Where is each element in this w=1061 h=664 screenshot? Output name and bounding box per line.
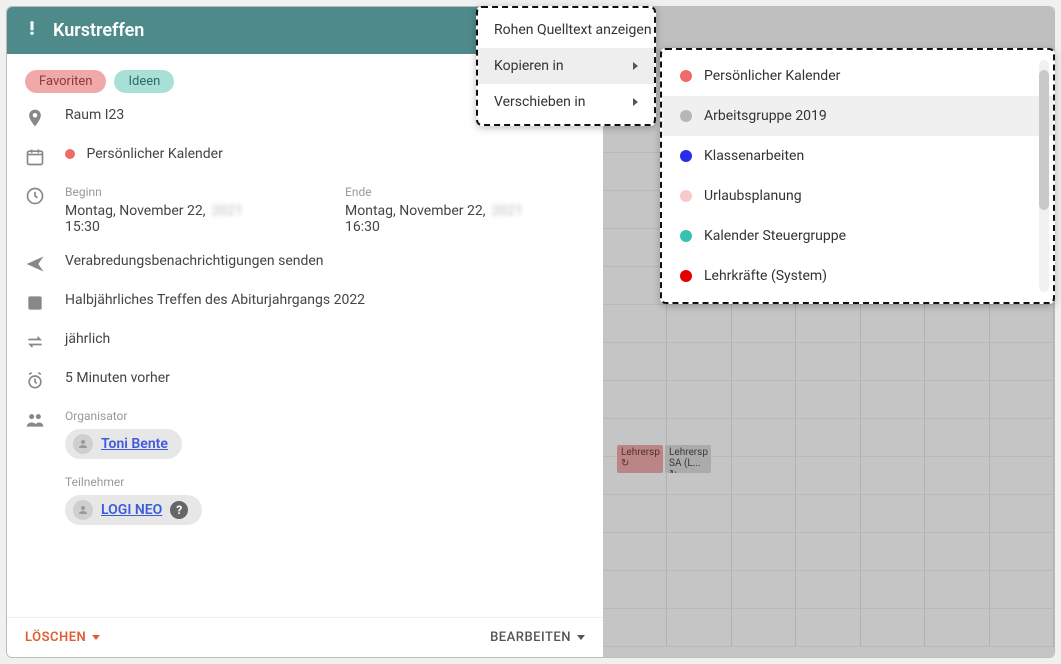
scrollbar-thumb[interactable]: [1039, 70, 1049, 210]
notify-toggle[interactable]: Verabredungsbenachrichtigungen senden: [65, 253, 585, 269]
time-end-label: Ende: [345, 185, 585, 199]
submenu-item[interactable]: Lehrkräfte (System): [662, 256, 1053, 296]
delete-label: LÖSCHEN: [25, 630, 86, 645]
submenu-item[interactable]: Persönlicher Kalender: [662, 56, 1053, 96]
time-begin-year: 2021: [211, 203, 242, 219]
ctx-copy-to[interactable]: Kopieren in: [478, 48, 654, 84]
time-end-date: Montag, November 22,: [345, 203, 485, 219]
submenu-item-label: Lehrkräfte (System): [704, 268, 827, 284]
description-icon: [25, 293, 47, 313]
edit-button[interactable]: BEARBEITEN: [490, 630, 585, 645]
context-menu: Rohen Quelltext anzeigen Kopieren in Ver…: [476, 6, 656, 126]
calendar-color-dot: [680, 150, 692, 162]
submenu-item-label: Urlaubsplanung: [704, 188, 802, 204]
chevron-down-icon: [577, 635, 585, 640]
submenu-item-label: Kalender Steuergruppe: [704, 228, 846, 244]
event-recurrence: jährlich: [65, 331, 585, 347]
clock-icon: [25, 186, 47, 206]
submenu-item-label: Klassenarbeiten: [704, 148, 804, 164]
person-avatar-icon: [73, 434, 93, 454]
event-title: Kurstreffen: [53, 20, 144, 41]
priority-icon: [23, 19, 41, 42]
submenu-item[interactable]: Klassenarbeiten: [662, 136, 1053, 176]
ctx-item-label: Rohen Quelltext anzeigen: [494, 22, 652, 38]
time-begin: Beginn Montag, November 22, 2021 15:30: [65, 185, 305, 235]
calendar-submenu: Persönlicher Kalender Arbeitsgruppe 2019 K…: [660, 48, 1055, 304]
event-description: Halbjährliches Treffen des Abiturjahrgan…: [65, 292, 585, 308]
time-end-year: 2021: [491, 203, 522, 219]
ctx-item-label: Kopieren in: [494, 58, 564, 74]
organizer-link[interactable]: Toni Bente: [101, 436, 168, 452]
chevron-right-icon: [633, 98, 638, 106]
calendar-color-dot: [680, 110, 692, 122]
tag-ideen[interactable]: Ideen: [114, 70, 174, 93]
repeat-icon: [25, 332, 47, 352]
ctx-item-label: Verschieben in: [494, 94, 586, 110]
submenu-item-label: Arbeitsgruppe 2019: [704, 108, 827, 124]
attendees-label: Teilnehmer: [65, 475, 585, 489]
chevron-down-icon: [92, 635, 100, 640]
submenu-item[interactable]: Kalender Steuergruppe: [662, 216, 1053, 256]
ctx-show-source[interactable]: Rohen Quelltext anzeigen: [478, 12, 654, 48]
calendar-name: Persönlicher Kalender: [86, 146, 222, 162]
time-begin-time: 15:30: [65, 219, 305, 235]
calendar-color-dot: [680, 70, 692, 82]
submenu-item[interactable]: Urlaubsplanung: [662, 176, 1053, 216]
time-begin-label: Beginn: [65, 185, 305, 199]
submenu-item-label: Persönlicher Kalender: [704, 68, 840, 84]
calendar-color-dot: [680, 270, 692, 282]
person-avatar-icon: [73, 500, 93, 520]
time-begin-date: Montag, November 22,: [65, 203, 205, 219]
calendar-color-dot: [680, 190, 692, 202]
time-end: Ende Montag, November 22, 2021 16:30: [345, 185, 585, 235]
calendar-icon: [25, 147, 47, 167]
location-icon: [25, 108, 47, 128]
edit-label: BEARBEITEN: [490, 630, 571, 645]
send-icon: [25, 254, 47, 274]
scrollbar[interactable]: [1039, 60, 1049, 292]
event-alarm: 5 Minuten vorher: [65, 370, 585, 386]
tag-favoriten[interactable]: Favoriten: [25, 70, 106, 93]
alarm-icon: [25, 371, 47, 391]
people-icon: [25, 410, 47, 430]
ctx-move-to[interactable]: Verschieben in: [478, 84, 654, 120]
calendar-color-dot: [680, 230, 692, 242]
chevron-right-icon: [633, 62, 638, 70]
organizer-label: Organisator: [65, 409, 585, 423]
help-icon[interactable]: ?: [170, 501, 188, 519]
event-calendar: Persönlicher Kalender: [65, 146, 585, 162]
attendee-link[interactable]: LOGI NEO: [101, 502, 162, 518]
time-end-time: 16:30: [345, 219, 585, 235]
organizer-chip[interactable]: Toni Bente: [65, 429, 182, 459]
delete-button[interactable]: LÖSCHEN: [25, 630, 100, 645]
attendee-chip[interactable]: LOGI NEO ?: [65, 495, 202, 525]
submenu-item[interactable]: Arbeitsgruppe 2019: [662, 96, 1053, 136]
calendar-color-dot: [65, 149, 75, 159]
